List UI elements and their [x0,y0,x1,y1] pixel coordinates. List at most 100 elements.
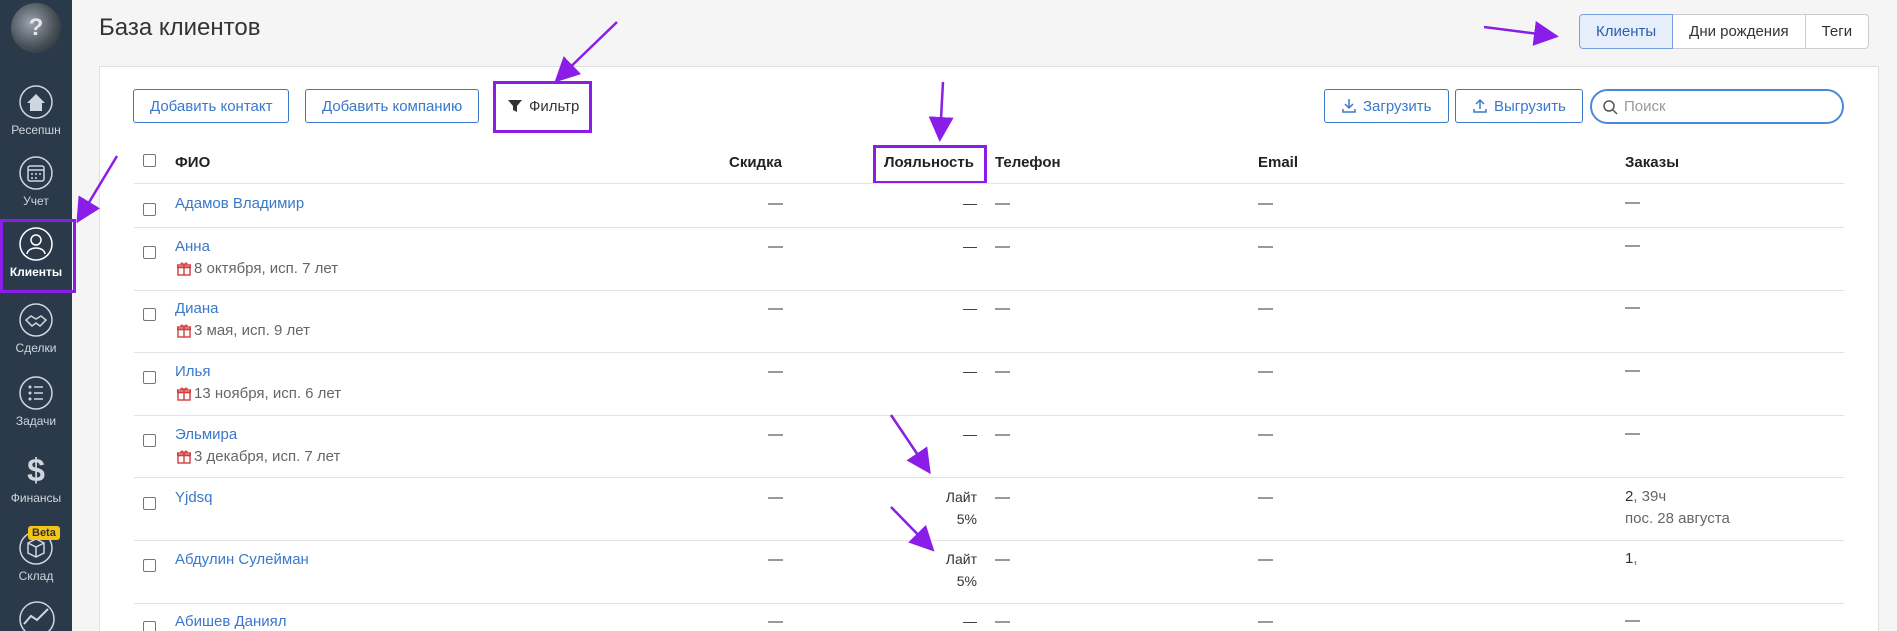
birthday-info: 3 мая, исп. 9 лет [177,322,310,339]
avatar[interactable]: ? [11,3,61,53]
birthday-text: 13 ноября, исп. 6 лет [194,385,342,402]
beta-badge: Beta [28,526,60,540]
loyalty-level: — [963,613,977,629]
client-name-link[interactable]: Адамов Владимир [175,195,304,212]
sidebar-item-reception[interactable]: Ресепшн [0,84,72,137]
birthday-info: 13 ноября, исп. 6 лет [177,385,341,402]
filter-button-label: Фильтр [529,97,580,115]
sidebar-item-clients[interactable]: Клиенты [0,226,72,279]
email-cell: — [1258,238,1273,255]
loyalty-cell: — [897,192,977,214]
birthday-info: 8 октября, исп. 7 лет [177,260,338,277]
column-header-phone[interactable]: Телефон [995,154,1061,171]
calendar-icon [19,156,53,190]
clients-panel [99,66,1879,631]
loyalty-cell: Лайт 5% [897,486,977,530]
orders-cell: — [1625,360,1640,382]
gift-icon [177,324,191,338]
row-checkbox[interactable] [143,497,156,510]
orders-cell: 1, [1625,548,1638,570]
column-header-email[interactable]: Email [1258,154,1298,171]
loyalty-level: — [963,195,977,211]
loyalty-cell: — [897,610,977,631]
loyalty-cell: — [897,360,977,382]
tab-clients[interactable]: Клиенты [1579,14,1674,49]
row-checkbox[interactable] [143,371,156,384]
person-icon [19,227,53,261]
row-checkbox[interactable] [143,434,156,447]
select-all-checkbox[interactable] [143,154,156,167]
upload-button-label: Загрузить [1363,97,1432,115]
column-header-name[interactable]: ФИО [175,154,210,171]
add-company-button[interactable]: Добавить компанию [305,89,480,123]
row-checkbox[interactable] [143,203,156,216]
filter-button[interactable]: Фильтр [497,89,590,123]
chart-icon[interactable] [18,600,56,631]
row-checkbox[interactable] [143,621,156,631]
sidebar-item-label: Склад [18,569,54,583]
sidebar: ? Ресепшн Учет Клиенты Сделки Задачи $ Ф… [0,0,72,631]
phone-cell: — [995,195,1010,212]
tasks-icon [19,376,53,410]
birthday-info: 3 декабря, исп. 7 лет [177,448,340,465]
add-contact-button[interactable]: Добавить контакт [133,89,290,123]
row-divider [134,603,1844,604]
phone-cell: — [995,613,1010,630]
discount-cell: — [768,613,783,630]
sidebar-item-tasks[interactable]: Задачи [0,375,72,428]
row-checkbox[interactable] [143,308,156,321]
birthday-text: 3 декабря, исп. 7 лет [194,448,341,465]
email-cell: — [1258,489,1273,506]
upload-button[interactable]: Загрузить [1324,89,1449,123]
client-name-link[interactable]: Диана [175,300,219,317]
search-input[interactable] [1624,98,1824,115]
email-cell: — [1258,363,1273,380]
sidebar-item-accounting[interactable]: Учет [0,155,72,208]
column-header-loyalty[interactable]: Лояльность [884,154,974,171]
gift-icon [177,262,191,276]
client-name-link[interactable]: Абишев Даниял [175,613,287,630]
phone-cell: — [995,489,1010,506]
sidebar-item-label: Сделки [15,341,57,355]
email-cell: — [1258,551,1273,568]
loyalty-level: — [963,363,977,379]
orders-cell: — [1625,235,1640,257]
handshake-icon [19,303,53,337]
column-header-discount[interactable]: Скидка [729,154,782,171]
orders-count: — [1625,237,1640,254]
column-header-orders[interactable]: Заказы [1625,154,1679,171]
loyalty-level: — [963,238,977,254]
client-name-link[interactable]: Абдулин Сулейман [175,551,309,568]
svg-text:$: $ [27,452,45,488]
export-button[interactable]: Выгрузить [1455,89,1583,123]
orders-cell: — [1625,610,1640,631]
row-checkbox[interactable] [143,246,156,259]
row-divider [134,183,1844,184]
house-icon [19,85,53,119]
sidebar-item-finance[interactable]: $ Финансы [0,452,72,505]
client-name-link[interactable]: Эльмира [175,426,237,443]
client-name-link[interactable]: Yjdsq [175,489,213,506]
filter-icon [508,100,522,112]
discount-cell: — [768,195,783,212]
sidebar-item-deals[interactable]: Сделки [0,302,72,355]
orders-cell: — [1625,297,1640,319]
tab-tags[interactable]: Теги [1805,14,1870,49]
loyalty-cell: — [897,297,977,319]
orders-count: — [1625,612,1640,629]
client-name-link[interactable]: Анна [175,238,210,255]
download-icon [1342,99,1356,113]
loyalty-cell: Лайт 5% [897,548,977,592]
loyalty-level: — [963,300,977,316]
phone-cell: — [995,551,1010,568]
discount-cell: — [768,426,783,443]
orders-count: — [1625,299,1640,316]
export-button-label: Выгрузить [1494,97,1566,115]
phone-cell: — [995,300,1010,317]
tab-birthdays[interactable]: Дни рождения [1673,14,1806,49]
sidebar-item-label: Учет [23,194,49,208]
discount-cell: — [768,238,783,255]
client-name-link[interactable]: Илья [175,363,210,380]
email-cell: — [1258,613,1273,630]
row-checkbox[interactable] [143,559,156,572]
